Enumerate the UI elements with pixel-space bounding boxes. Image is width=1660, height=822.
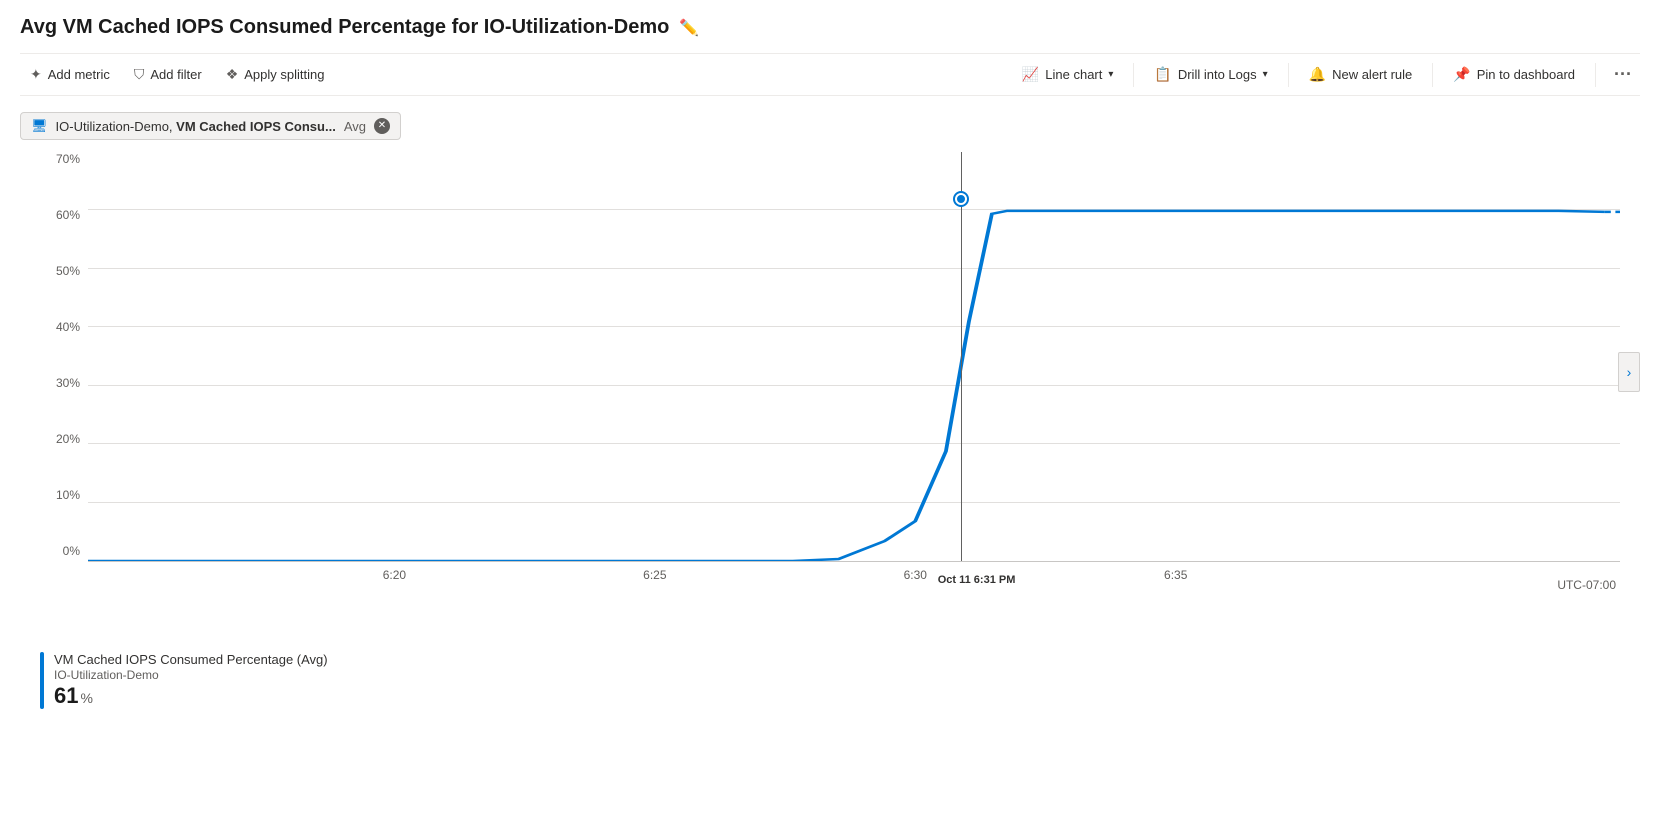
alert-icon: 🔔 xyxy=(1309,66,1326,83)
logs-chevron-icon: ▾ xyxy=(1263,69,1268,80)
metric-tag-row: 🖥 IO-Utilization-Demo, VM Cached IOPS Co… xyxy=(20,112,1640,140)
toolbar-divider-2 xyxy=(1288,63,1289,87)
crosshair-line xyxy=(961,152,962,561)
y-label-30: 30% xyxy=(40,376,88,390)
x-axis: 6:20 6:25 6:30 Oct 11 6:31 PM 6:35 xyxy=(88,564,1620,592)
legend-metric-name: VM Cached IOPS Consumed Percentage (Avg) xyxy=(54,652,328,667)
metric-tag: 🖥 IO-Utilization-Demo, VM Cached IOPS Co… xyxy=(20,112,401,140)
y-label-70: 70% xyxy=(40,152,88,166)
metric-tag-close-button[interactable]: ✕ xyxy=(374,118,390,134)
metric-tag-resource: IO-Utilization-Demo, VM Cached IOPS Cons… xyxy=(56,119,336,134)
line-chart-chevron-icon: ▾ xyxy=(1108,69,1113,80)
apply-splitting-button[interactable]: ❖ Apply splitting xyxy=(216,60,335,89)
x-label-oct11: Oct 11 6:31 PM xyxy=(938,574,1016,586)
timezone-label: UTC-07:00 xyxy=(1557,578,1616,592)
y-label-0: 0% xyxy=(40,544,88,558)
x-label-625: 6:25 xyxy=(643,568,666,582)
logs-icon: 📋 xyxy=(1154,66,1171,83)
toolbar-divider-4 xyxy=(1595,63,1596,87)
legend-resource: IO-Utilization-Demo xyxy=(54,668,328,682)
splitting-icon: ❖ xyxy=(226,66,239,83)
add-filter-button[interactable]: ⛉ Add filter xyxy=(124,60,212,89)
add-metric-icon: ✦ xyxy=(30,66,42,83)
metric-tag-avg: Avg xyxy=(344,119,366,134)
toolbar-left: ✦ Add metric ⛉ Add filter ❖ Apply splitt… xyxy=(20,60,1012,89)
title-row: Avg VM Cached IOPS Consumed Percentage f… xyxy=(20,16,1640,39)
y-axis: 0% 10% 20% 30% 40% 50% 60% 70% xyxy=(40,152,88,562)
toolbar: ✦ Add metric ⛉ Add filter ❖ Apply splitt… xyxy=(20,53,1640,96)
y-label-40: 40% xyxy=(40,320,88,334)
vm-icon: 🖥 xyxy=(31,118,48,134)
toolbar-divider-1 xyxy=(1133,63,1134,87)
y-label-10: 10% xyxy=(40,488,88,502)
chart-inner: 0% 10% 20% 30% 40% 50% 60% 70% xyxy=(40,152,1640,592)
legend-area: VM Cached IOPS Consumed Percentage (Avg)… xyxy=(20,652,1640,709)
chart-plot[interactable] xyxy=(88,152,1620,562)
page-title: Avg VM Cached IOPS Consumed Percentage f… xyxy=(20,16,669,39)
x-label-630: 6:30 xyxy=(904,568,927,582)
y-label-20: 20% xyxy=(40,432,88,446)
new-alert-rule-button[interactable]: 🔔 New alert rule xyxy=(1299,60,1423,89)
toolbar-right: 📈 Line chart ▾ 📋 Drill into Logs ▾ 🔔 New… xyxy=(1012,60,1640,89)
filter-icon: ⛉ xyxy=(134,66,145,83)
chart-area: 0% 10% 20% 30% 40% 50% 60% 70% xyxy=(20,152,1640,642)
drill-into-logs-button[interactable]: 📋 Drill into Logs ▾ xyxy=(1144,60,1277,89)
x-label-635: 6:35 xyxy=(1164,568,1187,582)
x-label-620: 6:20 xyxy=(383,568,406,582)
y-label-60: 60% xyxy=(40,208,88,222)
expand-chart-button[interactable]: › xyxy=(1618,352,1640,392)
edit-icon[interactable]: ✏️ xyxy=(679,18,699,38)
pin-icon: 📌 xyxy=(1453,66,1470,83)
legend-value: 61% xyxy=(54,683,328,709)
legend-bar: VM Cached IOPS Consumed Percentage (Avg)… xyxy=(40,652,1640,709)
page-container: Avg VM Cached IOPS Consumed Percentage f… xyxy=(0,0,1660,822)
chart-svg xyxy=(88,152,1620,561)
line-chart-button[interactable]: 📈 Line chart ▾ xyxy=(1012,60,1124,89)
data-point xyxy=(955,193,967,205)
more-options-button[interactable]: ··· xyxy=(1606,60,1640,89)
pin-to-dashboard-button[interactable]: 📌 Pin to dashboard xyxy=(1443,60,1585,89)
line-chart-icon: 📈 xyxy=(1022,66,1039,83)
legend-color-bar xyxy=(40,652,44,709)
add-metric-button[interactable]: ✦ Add metric xyxy=(20,60,120,89)
y-label-50: 50% xyxy=(40,264,88,278)
toolbar-divider-3 xyxy=(1432,63,1433,87)
legend-info: VM Cached IOPS Consumed Percentage (Avg)… xyxy=(54,652,328,709)
